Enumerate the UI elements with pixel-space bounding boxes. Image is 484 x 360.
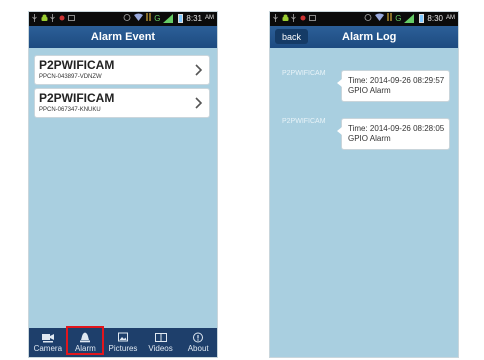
alarm-clock-icon (364, 13, 372, 23)
alarm-event-screen: G 8:31 AM Alarm Event P2PWIFICAM PPCN-04… (28, 11, 218, 358)
log-bubble: Time: 2014-09-26 08:28:05 GPIO Alarm (337, 118, 450, 150)
status-time: 8:30 (427, 13, 443, 23)
about-icon (193, 332, 204, 343)
tab-label: Pictures (108, 344, 138, 353)
battery-icon (419, 13, 425, 23)
android-icon (282, 14, 289, 22)
system-icons: G 8:30 AM (364, 13, 455, 23)
usb-icon (50, 14, 55, 22)
app-icon (59, 14, 65, 22)
device-name: P2PWIFICAM (39, 58, 115, 72)
tab-label: Alarm (74, 344, 96, 353)
alarm-clock-icon (123, 13, 131, 23)
log-device-name: P2PWIFICAM (282, 70, 326, 77)
device-name: P2PWIFICAM (39, 91, 115, 105)
data-transfer-icon (387, 13, 392, 23)
camera-icon (41, 334, 54, 343)
tab-alarm[interactable]: Alarm (66, 326, 105, 355)
status-time: 8:31 (186, 13, 202, 23)
usb-icon (32, 14, 37, 22)
videos-icon (154, 333, 167, 342)
wifi-icon (134, 13, 144, 23)
log-device-name: P2PWIFICAM (282, 118, 326, 125)
signal-icon (404, 13, 416, 23)
tab-pictures[interactable]: Pictures (106, 328, 140, 353)
notification-icons (273, 14, 316, 22)
tab-about[interactable]: About (181, 328, 215, 353)
device-id: PPCN-067347-KNUKU (39, 107, 101, 113)
log-time: Time: 2014-09-26 08:29:57 (348, 76, 445, 85)
log-bubble: Time: 2014-09-26 08:29:57 GPIO Alarm (337, 70, 450, 102)
image-icon (309, 14, 316, 22)
image-icon (68, 14, 75, 22)
bottom-tab-bar: Camera Alarm Pictures Videos About (29, 326, 217, 357)
chevron-right-icon (195, 97, 203, 109)
title-bar: back Alarm Log (270, 26, 458, 48)
usb-icon (291, 14, 296, 22)
signal-icon (163, 13, 175, 23)
alarm-log-screen: G 8:30 AM back Alarm Log P2PWIFICAM Time… (269, 11, 459, 358)
tab-label: About (187, 344, 209, 353)
device-id: PPCN-043897-VDNZW (39, 74, 102, 80)
log-type: GPIO Alarm (348, 86, 391, 95)
network-type: G (395, 13, 402, 23)
log-time: Time: 2014-09-26 08:28:05 (348, 124, 445, 133)
page-title: Alarm Log (342, 31, 397, 43)
device-list: P2PWIFICAM PPCN-043897-VDNZW P2PWIFICAM … (34, 55, 210, 121)
page-title: Alarm Event (90, 31, 156, 43)
device-item[interactable]: P2PWIFICAM PPCN-067347-KNUKU (34, 88, 210, 118)
status-ampm: AM (205, 15, 214, 21)
status-bar: G 8:31 AM (29, 12, 217, 26)
title-bar: Alarm Event (29, 26, 217, 48)
pictures-icon (117, 332, 128, 342)
tab-label: Videos (148, 344, 173, 353)
tab-videos[interactable]: Videos (144, 328, 178, 353)
notification-icons (32, 14, 75, 22)
device-item[interactable]: P2PWIFICAM PPCN-043897-VDNZW (34, 55, 210, 85)
usb-icon (273, 14, 278, 22)
battery-icon (178, 13, 184, 23)
data-transfer-icon (146, 13, 151, 23)
tab-camera[interactable]: Camera (31, 328, 65, 353)
app-icon (300, 14, 306, 22)
tab-label: Camera (33, 344, 63, 353)
status-bar: G 8:30 AM (270, 12, 458, 26)
network-type: G (154, 13, 161, 23)
system-icons: G 8:31 AM (123, 13, 214, 23)
chevron-right-icon (195, 64, 203, 76)
alarm-bell-icon (80, 332, 91, 343)
back-button[interactable]: back (275, 29, 309, 44)
status-ampm: AM (446, 15, 455, 21)
log-type: GPIO Alarm (348, 134, 391, 143)
android-icon (41, 14, 48, 22)
wifi-icon (375, 13, 385, 23)
